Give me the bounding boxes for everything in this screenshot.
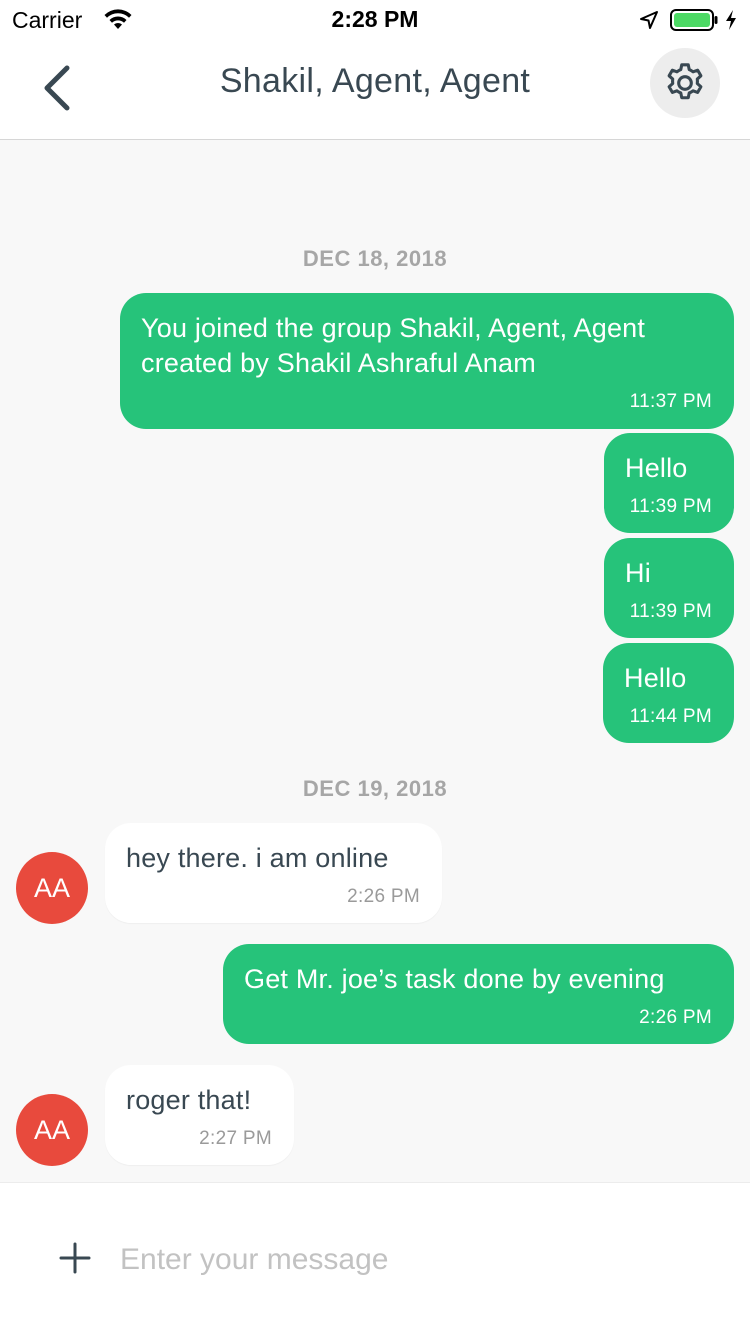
- message-text: Hi: [625, 558, 651, 588]
- message-composer: [0, 1182, 750, 1334]
- message-time: 11:37 PM: [629, 391, 712, 412]
- message-bubble-outgoing[interactable]: Get Mr. joe’s task done by evening 2:26 …: [223, 944, 734, 1044]
- message-text: You joined the group Shakil, Agent, Agen…: [141, 313, 646, 378]
- date-separator: DEC 19, 2018: [302, 776, 448, 801]
- message-bubble-outgoing[interactable]: Hi 11:39 PM: [604, 538, 734, 638]
- message-bubble-outgoing[interactable]: Hello 11:39 PM: [604, 433, 734, 533]
- nav-bar: Shakil, Agent, Agent: [0, 40, 750, 140]
- message-bubble-incoming[interactable]: hey there. i am online 2:26 PM: [105, 823, 442, 923]
- date-separator: DEC 18, 2018: [302, 246, 448, 271]
- message-text: Hello: [625, 453, 688, 483]
- message-time: 11:44 PM: [629, 706, 712, 727]
- message-time: 11:39 PM: [629, 496, 712, 517]
- location-arrow-icon: [640, 11, 658, 29]
- plus-icon: [59, 1242, 91, 1274]
- message-bubble-incoming[interactable]: roger that! 2:27 PM: [105, 1065, 294, 1165]
- chevron-left-icon: [44, 65, 70, 111]
- message-bubble-outgoing[interactable]: Hello 11:44 PM: [603, 643, 734, 743]
- message-text: hey there. i am online: [126, 843, 389, 873]
- message-time: 2:26 PM: [639, 1007, 712, 1028]
- status-bar: Carrier 2:28 PM: [0, 0, 750, 40]
- message-time: 2:27 PM: [199, 1128, 272, 1149]
- message-time: 2:26 PM: [347, 886, 420, 907]
- conversation-title: Shakil, Agent, Agent: [219, 62, 531, 100]
- message-time: 11:39 PM: [629, 601, 712, 622]
- message-bubble-outgoing[interactable]: You joined the group Shakil, Agent, Agen…: [120, 293, 734, 429]
- gear-icon: [667, 63, 703, 100]
- battery-icon: [670, 9, 718, 31]
- message-text: roger that!: [126, 1085, 252, 1115]
- attach-button[interactable]: [58, 1241, 92, 1275]
- avatar[interactable]: AA: [16, 852, 88, 924]
- charging-bolt-icon: [726, 10, 736, 30]
- avatar[interactable]: AA: [16, 1094, 88, 1166]
- message-input[interactable]: [120, 1235, 710, 1285]
- message-text: Hello: [624, 663, 687, 693]
- status-time: 2:28 PM: [331, 6, 419, 32]
- message-text: Get Mr. joe’s task done by evening: [244, 964, 665, 994]
- back-button[interactable]: [30, 60, 86, 116]
- settings-button[interactable]: [650, 48, 720, 118]
